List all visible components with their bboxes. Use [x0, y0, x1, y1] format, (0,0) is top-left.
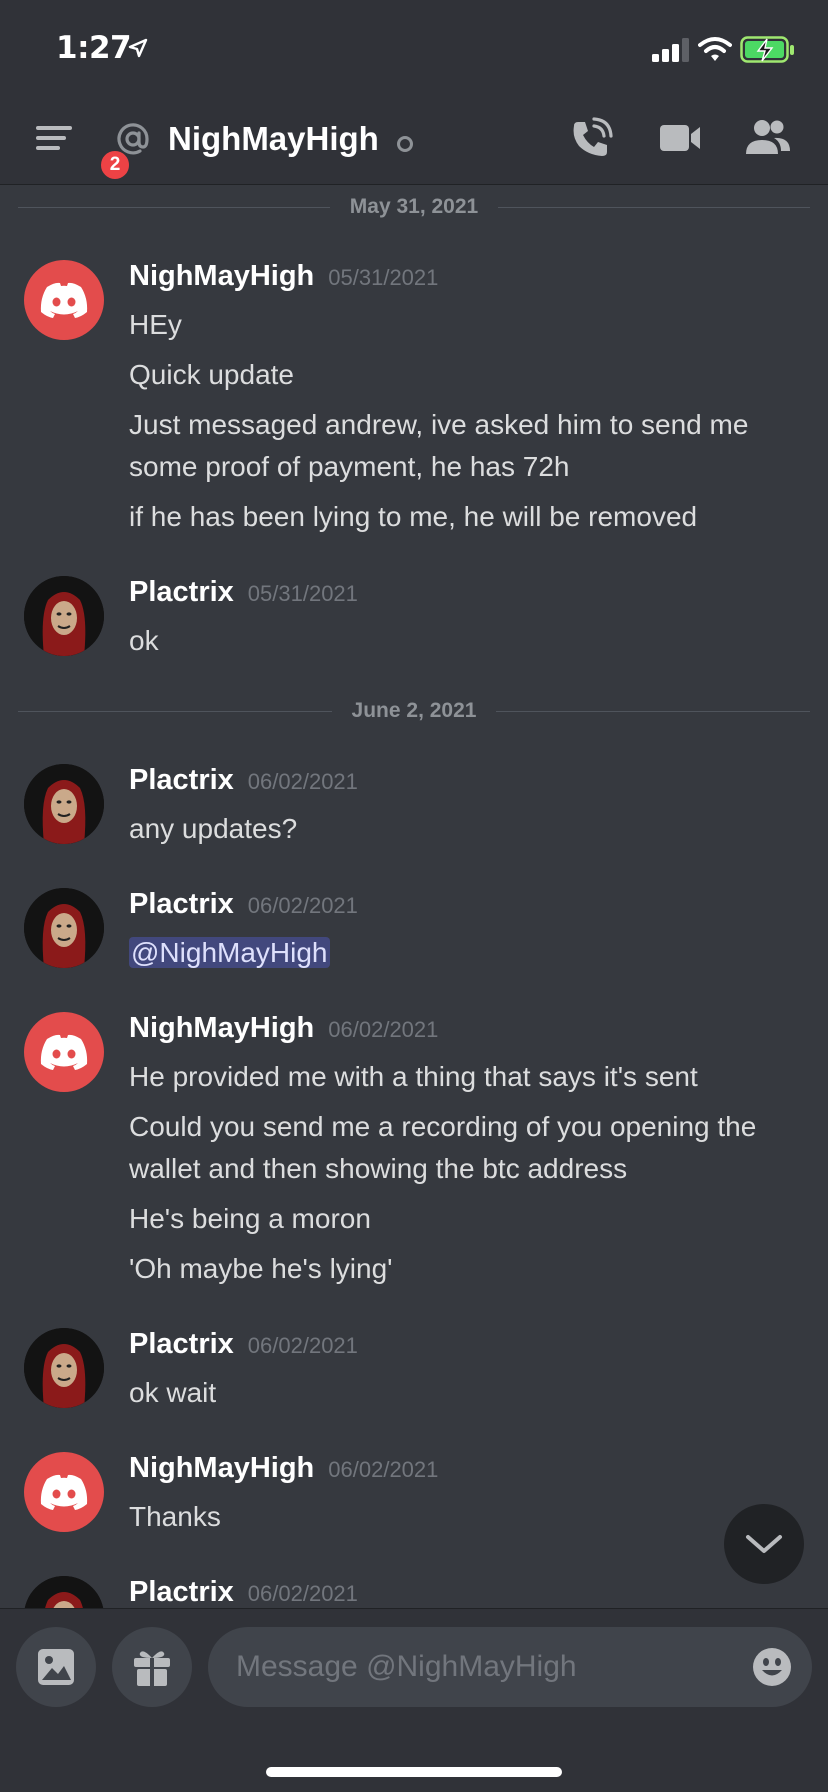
message-text: Could you send me a recording of you ope… — [129, 1111, 757, 1184]
gift-icon — [134, 1651, 170, 1686]
discord-logo-icon — [40, 282, 88, 318]
date-divider: May 31, 2021 — [18, 192, 810, 222]
battery-charging-icon — [740, 36, 796, 69]
gift-button[interactable] — [112, 1627, 192, 1707]
channel-header: 2 NighMayHigh — [0, 112, 828, 182]
mask-avatar-icon — [24, 1328, 104, 1408]
message-text: if he has been lying to me, he will be r… — [129, 501, 698, 532]
timestamp: 05/31/2021 — [247, 581, 358, 606]
date-divider-label: May 31, 2021 — [349, 195, 479, 218]
timestamp: 06/02/2021 — [247, 1581, 358, 1606]
author-name[interactable]: Plactrix — [129, 888, 234, 920]
author-name[interactable]: Plactrix — [129, 576, 234, 608]
avatar[interactable] — [24, 1012, 104, 1092]
message-text: any updates? — [129, 813, 298, 844]
author-name[interactable]: NighMayHigh — [129, 1452, 314, 1484]
user-mention[interactable]: @NighMayHigh — [129, 937, 330, 968]
avatar[interactable] — [24, 1328, 104, 1408]
avatar[interactable] — [24, 576, 104, 656]
mask-avatar-icon — [24, 576, 104, 656]
menu-icon — [36, 126, 72, 150]
mask-avatar-icon — [24, 1576, 104, 1610]
avatar[interactable] — [24, 764, 104, 844]
video-icon — [660, 125, 700, 151]
top-bar: 1:27 2 NighMayHigh — [0, 0, 828, 185]
mask-avatar-icon — [24, 764, 104, 844]
author-name[interactable]: Plactrix — [129, 1576, 234, 1608]
message-text: ok — [129, 625, 159, 656]
avatar[interactable] — [24, 1452, 104, 1532]
call-button[interactable] — [568, 116, 614, 167]
avatar[interactable] — [24, 888, 104, 968]
date-divider-label: June 2, 2021 — [351, 699, 477, 722]
location-arrow-icon — [128, 38, 148, 63]
timestamp: 05/31/2021 — [328, 265, 439, 290]
members-icon — [746, 120, 790, 154]
emoji-button[interactable] — [752, 1647, 792, 1692]
message-text: HEy — [129, 309, 182, 340]
attach-image-button[interactable] — [16, 1627, 96, 1707]
discord-logo-icon — [40, 1474, 88, 1510]
message-text: 'Oh maybe he's lying' — [129, 1253, 393, 1284]
message-text: Just messaged andrew, ive asked him to s… — [129, 409, 749, 482]
avatar[interactable] — [24, 260, 104, 340]
jump-to-bottom-button[interactable] — [724, 1504, 804, 1584]
message-composer: Message @NighMayHigh — [0, 1608, 828, 1792]
message-text: He provided me with a thing that says it… — [129, 1061, 698, 1092]
timestamp: 06/02/2021 — [328, 1017, 439, 1042]
channel-title[interactable]: NighMayHigh — [168, 120, 379, 158]
message-text: He's being a moron — [129, 1203, 371, 1234]
author-name[interactable]: Plactrix — [129, 764, 234, 796]
message-text: ok wait — [129, 1377, 217, 1408]
menu-button[interactable]: 2 — [34, 122, 132, 182]
chevron-down-icon — [746, 1535, 782, 1553]
status-time: 1:27 — [56, 30, 132, 66]
signal-icon — [652, 38, 690, 67]
offline-status-icon — [397, 136, 413, 152]
members-button[interactable] — [744, 118, 792, 161]
avatar[interactable] — [24, 1576, 104, 1610]
message-list[interactable]: May 31, 2021 NighMayHigh 05/31/2021 HEy Q… — [0, 186, 828, 1610]
message-text: Quick update — [129, 359, 294, 390]
author-name[interactable]: Plactrix — [129, 1328, 234, 1360]
message-text: Thanks — [129, 1501, 221, 1532]
call-icon — [573, 117, 613, 156]
timestamp: 06/02/2021 — [247, 769, 358, 794]
wifi-icon — [698, 36, 732, 67]
date-divider: June 2, 2021 — [18, 696, 811, 726]
emoji-icon — [753, 1648, 791, 1686]
discord-logo-icon — [40, 1034, 88, 1070]
video-button[interactable] — [658, 122, 702, 159]
author-name[interactable]: NighMayHigh — [129, 260, 314, 292]
message-input[interactable]: Message @NighMayHigh — [208, 1627, 812, 1707]
timestamp: 06/02/2021 — [247, 1333, 358, 1358]
status-bar: 1:27 — [0, 28, 828, 72]
mask-avatar-icon — [24, 888, 104, 968]
timestamp: 06/02/2021 — [328, 1457, 439, 1482]
home-indicator — [266, 1767, 562, 1777]
message-input-placeholder: Message @NighMayHigh — [236, 1650, 577, 1683]
at-icon — [116, 122, 150, 161]
timestamp: 06/02/2021 — [247, 893, 358, 918]
image-icon — [38, 1649, 74, 1685]
author-name[interactable]: NighMayHigh — [129, 1012, 314, 1044]
